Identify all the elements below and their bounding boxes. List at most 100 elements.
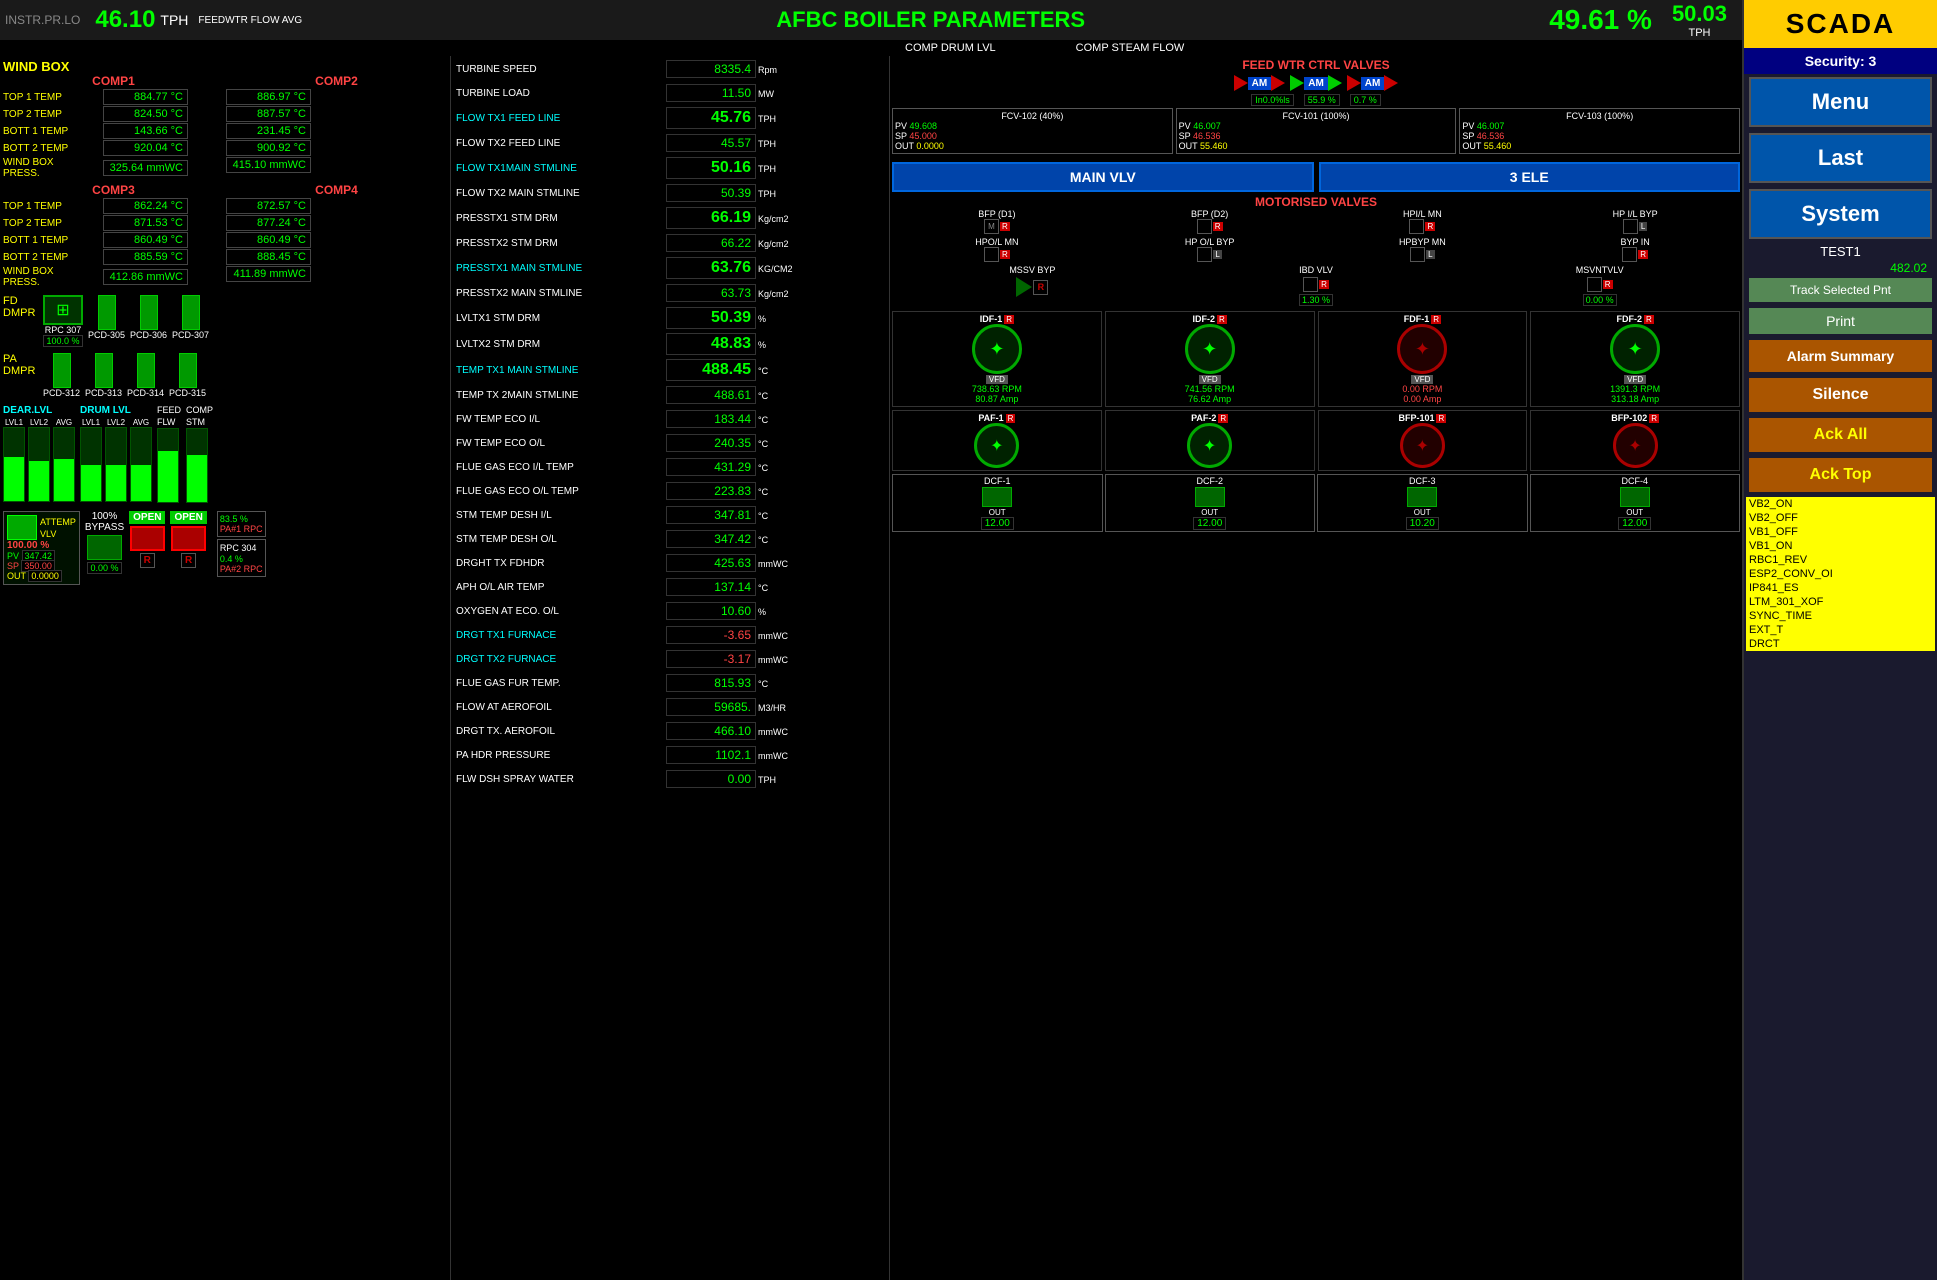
open2-btn[interactable]: OPEN [170,511,206,524]
dcf3-icon [1407,487,1437,507]
paf2-circle: ✦ [1187,423,1232,468]
alarm-item[interactable]: EXT_T [1746,623,1935,637]
valve2-right-arrow [1328,75,1342,91]
mssv-r: R [1033,280,1048,295]
comp2-bott1: 231.45 °C [226,123,447,139]
center-title: AFBC BOILER PARAMETERS [312,7,1549,33]
param-label: FLOW TX1MAIN STMLINE [453,156,663,180]
drum-lvl1-bar [80,427,102,502]
bfp-d1-block: BFP (D1) M R [892,209,1102,234]
bfp102-block: BFP-102 R ✦ [1530,410,1740,471]
alarm-summary-button[interactable]: Alarm Summary [1749,340,1932,372]
comp1-col: COMP1 TOP 1 TEMP 884.77 °C TOP 2 TEMP 82… [3,74,224,180]
pcd312-name: PCD-312 [43,388,80,398]
idf2-amp: 76.62 Amp [1188,394,1231,404]
ibd-m [1303,277,1318,292]
fdf2-fan-icon: ✦ [1628,339,1643,360]
alarm-item[interactable]: VB2_ON [1746,497,1935,511]
bfp101-r: R [1436,414,1446,423]
comp4-top1-val: 872.57 °C [226,198,311,214]
alarm-item[interactable]: LTM_301_XOF [1746,595,1935,609]
system-button[interactable]: System [1749,189,1932,239]
motor-grid-row2: HPO/L MN R HP O/L BYP L [892,237,1740,262]
alarm-item[interactable]: RBC1_REV [1746,553,1935,567]
param-label: PA HDR PRESSURE [453,744,663,766]
alarm-item[interactable]: VB1_OFF [1746,525,1935,539]
boiler-param-row: FLW DSH SPRAY WATER0.00TPH [453,768,887,790]
msvnt-r: R [1603,280,1613,289]
dcf4-val: 12.00 [1618,517,1651,530]
ibd-vlv-block: IBD VLV R 1.30 % [1176,265,1457,306]
dear-avg-label: AVG [56,418,72,427]
fdf2-vfd[interactable]: VFD [1624,375,1646,384]
rpc304-pct-val: 0.4 % [220,554,263,564]
am3-btn[interactable]: AM [1361,77,1385,90]
fcv102-pv: 49.608 [910,121,938,131]
valve2-left-arrow [1290,75,1304,91]
ack-top-button[interactable]: Ack Top [1749,458,1932,492]
param-label: FLUE GAS ECO O/L TEMP [453,480,663,502]
ack-all-button[interactable]: Ack All [1749,418,1932,452]
alarm-item[interactable]: ESP2_CONV_OI [1746,567,1935,581]
three-ele-btn[interactable]: 3 ELE [1319,162,1741,192]
alarm-item[interactable]: IP841_ES [1746,581,1935,595]
comp1-press-val: 325.64 mmWC [103,160,188,176]
bfp-d2-m [1197,219,1212,234]
idf2-vfd[interactable]: VFD [1199,375,1221,384]
comp2-top2-val: 887.57 °C [226,106,311,122]
track-selected-pnt-button[interactable]: Track Selected Pnt [1749,278,1932,302]
param-value-cell: 815.93°C [665,672,887,694]
main-vlv-btn[interactable]: MAIN VLV [892,162,1314,192]
alarm-item[interactable]: VB1_ON [1746,539,1935,553]
idf1-vfd[interactable]: VFD [986,375,1008,384]
pa2-label: PA#2 RPC [220,564,263,574]
drum-avg: AVG [130,418,152,502]
hp-ol-l: L [1213,250,1221,259]
alarm-item[interactable]: SYNC_TIME [1746,609,1935,623]
boiler-param-row: FLUE GAS ECO I/L TEMP431.29°C [453,456,887,478]
comp3-col: COMP3 TOP 1 TEMP 862.24 °C TOP 2 TEMP 87… [3,183,224,289]
am2-btn[interactable]: AM [1304,77,1328,90]
fcv101-block: FCV-101 (100%) PV 46.007 SP 46.536 OUT 5… [1176,108,1457,154]
paf2-name: PAF-2 [1191,413,1216,423]
param-value-cell: 466.10mmWC [665,720,887,742]
paf-section: PAF-1 R ✦ PAF-2 R ✦ [892,410,1740,471]
param-value-cell: 488.61°C [665,384,887,406]
attemp-title: ATTEMPVLV [40,517,76,539]
pcd314-icon [137,353,155,388]
comp-steam-block: 50.03 TPH [1672,1,1727,39]
param-value-cell: 137.14°C [665,576,887,598]
fdf2-fan-circle: ✦ [1610,324,1660,374]
rpc307-icon[interactable]: ⊞ [43,295,83,325]
center-panel: TURBINE SPEED8335.4RpmTURBINE LOAD11.50M… [450,56,890,1280]
alarm-item[interactable]: DRCT [1746,637,1935,651]
param-value-cell: 8335.4Rpm [665,58,887,80]
alarm-item[interactable]: VB2_OFF [1746,511,1935,525]
comp4-top2-val: 877.24 °C [226,215,311,231]
fcv102-name: FCV-102 (40%) [895,111,1170,121]
bfp-d2-label: BFP (D2) [1191,209,1228,219]
param-label: TURBINE SPEED [453,58,663,80]
fdf2-header: FDF-2 R [1616,314,1653,324]
fdf2-rpm: 1391.3 RPM [1610,384,1660,394]
fdf1-header: FDF-1 R [1404,314,1441,324]
boiler-param-row: DRGHT TX FDHDR425.63mmWC [453,552,887,574]
print-button[interactable]: Print [1749,308,1932,334]
fdf1-vfd[interactable]: VFD [1411,375,1433,384]
attemp-valve-icon [7,515,37,540]
comp1-top1-val: 884.77 °C [103,89,188,105]
pcd306-name: PCD-306 [130,330,167,340]
comp3-title: COMP3 [3,183,224,197]
open1-btn[interactable]: OPEN [129,511,165,524]
silence-button[interactable]: Silence [1749,378,1932,412]
last-button[interactable]: Last [1749,133,1932,183]
pa-dmpr-label: PADMPR [3,353,38,377]
param-value-cell: 66.22Kg/cm2 [665,232,887,254]
paf1-name: PAF-1 [978,413,1003,423]
am1-btn[interactable]: AM [1248,77,1272,90]
menu-button[interactable]: Menu [1749,77,1932,127]
param-value-cell: 347.42°C [665,528,887,550]
bfp101-name: BFP-101 [1398,413,1434,423]
dcf1-icon [982,487,1012,507]
comp-steam-label: COMP STEAM FLOW [1076,42,1185,54]
